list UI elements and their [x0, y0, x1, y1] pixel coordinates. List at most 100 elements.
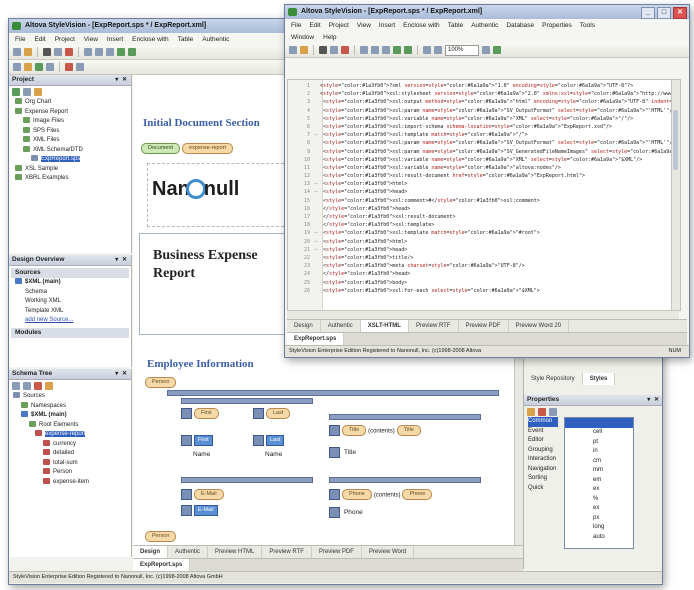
add-new-source-link[interactable]: add new Source...	[15, 316, 131, 326]
collapse-icon[interactable]	[23, 382, 31, 390]
save-all-icon[interactable]	[330, 46, 338, 54]
first-input[interactable]: First	[193, 435, 213, 446]
expense-report-tag[interactable]: expense-report	[182, 143, 234, 154]
code-line[interactable]: 14− <style="color:#1a3fb0">head>	[288, 188, 672, 196]
first-tag[interactable]: First	[193, 408, 219, 419]
dropdown-option[interactable]: %	[593, 495, 633, 505]
tree-item[interactable]: Image Files	[15, 117, 131, 127]
tree-item[interactable]: XBRL Examples	[15, 174, 131, 184]
pin-icon[interactable]: ▾ ✕	[115, 75, 128, 85]
title-close-tag[interactable]: Title	[396, 425, 421, 436]
tree-item[interactable]: Root Elements	[13, 420, 131, 431]
menu-help[interactable]: Help	[323, 34, 336, 41]
code-line[interactable]: 26 <style="color:#1a3fb0">xsl:for-each s…	[288, 287, 672, 295]
code-line[interactable]: 1 <style="color:#1a3fb0">?xml version=sty…	[288, 82, 672, 90]
tab-authentic[interactable]: Authentic	[321, 320, 361, 332]
row-control[interactable]	[253, 435, 264, 446]
spell-check-icon[interactable]	[482, 46, 490, 54]
italic-icon[interactable]	[76, 63, 84, 71]
code-line[interactable]: 9 <style="color:#1a3fb0">xsl:param name=…	[288, 148, 680, 156]
new-icon[interactable]	[289, 46, 297, 54]
tree-item[interactable]: Sources	[13, 392, 131, 402]
code-line[interactable]: 24 </style="color:#1a3fb0">head>	[288, 270, 672, 278]
code-line[interactable]: 11 <style="color:#1a3fb0">xsl:variable n…	[288, 164, 672, 172]
bold-icon[interactable]	[65, 63, 73, 71]
row-control[interactable]	[181, 489, 192, 500]
sources-group[interactable]: Sources	[11, 268, 129, 278]
menu-insert[interactable]: Insert	[379, 22, 395, 29]
modules-group[interactable]: Modules	[11, 327, 129, 338]
code-line[interactable]: 13− <style="color:#1a3fb0">html>	[288, 180, 672, 188]
editor-vscroll[interactable]	[671, 80, 680, 310]
dropdown-option[interactable]: cell	[593, 428, 633, 438]
source-item[interactable]: Schema	[15, 288, 131, 298]
tab-preview-pdf[interactable]: Preview PDF	[312, 546, 362, 558]
source-item[interactable]: $XML (main)	[15, 278, 131, 288]
prop-group[interactable]: Quick	[528, 484, 558, 494]
dropdown-option[interactable]: ex	[593, 504, 633, 514]
tree-item[interactable]: Namespaces	[13, 401, 131, 412]
last-tag[interactable]: Last	[265, 408, 291, 419]
tab-preview-word[interactable]: Preview Word 20	[509, 320, 570, 332]
pin-icon[interactable]: ▾ ✕	[647, 395, 660, 405]
tree-item[interactable]: XML Files	[15, 136, 131, 146]
front-titlebar[interactable]: Altova StyleVision - [ExpReport.sps * / …	[285, 5, 689, 19]
menu-database[interactable]: Database	[506, 22, 534, 29]
scroll-thumb[interactable]	[673, 110, 678, 170]
zoom-select[interactable]: 100%	[445, 44, 479, 56]
menu-edit[interactable]: Edit	[309, 22, 320, 29]
menu-view[interactable]: View	[357, 22, 371, 29]
code-line[interactable]: 10 <style="color:#1a3fb0">xsl:variable n…	[288, 156, 672, 164]
tab-preview-rtf[interactable]: Preview RTF	[262, 546, 312, 558]
find-icon[interactable]	[423, 46, 431, 54]
tree-item[interactable]: Person	[13, 468, 131, 478]
source-item[interactable]: Template XML	[15, 307, 131, 317]
file-tab[interactable]: ExpReport.sps	[287, 333, 345, 345]
row-control[interactable]	[329, 489, 340, 500]
add-folder-icon[interactable]	[23, 88, 31, 96]
row-control[interactable]	[329, 507, 340, 518]
prop-group[interactable]: Common	[528, 417, 558, 427]
code-line[interactable]: 22 <style="color:#1a3fb0">title/>	[288, 254, 672, 262]
menu-edit[interactable]: Edit	[34, 36, 45, 43]
zoom-icon[interactable]	[434, 46, 442, 54]
new-icon[interactable]	[13, 48, 21, 56]
menu-file[interactable]: File	[291, 22, 301, 29]
prop-group[interactable]: Event	[528, 427, 558, 437]
phone-close-tag[interactable]: Phone	[402, 489, 433, 500]
tree-item-selected[interactable]: expense-report	[13, 430, 131, 440]
menu-properties[interactable]: Properties	[542, 22, 572, 29]
minimize-button[interactable]: _	[641, 7, 655, 19]
tree-item[interactable]: total-sum	[13, 458, 131, 469]
xslt-editor[interactable]: 1 <style="color:#1a3fb0">?xml version=sty…	[287, 79, 681, 311]
redo-icon[interactable]	[128, 48, 136, 56]
tab-styles[interactable]: Styles	[582, 373, 616, 385]
save-icon[interactable]	[43, 48, 51, 56]
phone-open-tag[interactable]: Phone	[341, 489, 372, 500]
menu-table[interactable]: Table	[448, 22, 464, 29]
code-line[interactable]: 23 <style="color:#1a3fb0">meta charset=s…	[288, 262, 672, 270]
row-control[interactable]	[329, 425, 340, 436]
row-control[interactable]	[253, 408, 264, 419]
file-tab[interactable]: ExpReport.sps	[133, 559, 191, 571]
redo-icon[interactable]	[404, 46, 412, 54]
print-icon[interactable]	[341, 46, 349, 54]
filter-icon[interactable]	[549, 408, 557, 416]
code-line[interactable]: 7− <style="color:#1a3fb0">xsl:template m…	[288, 131, 672, 139]
undo-icon[interactable]	[117, 48, 125, 56]
menu-authentic[interactable]: Authentic	[471, 22, 498, 29]
undo-icon[interactable]	[393, 46, 401, 54]
insert-list-icon[interactable]	[46, 63, 54, 71]
row-control[interactable]	[181, 505, 192, 516]
code-line[interactable]: 12 <style="color:#1a3fb0">xsl:result-doc…	[288, 172, 672, 180]
menu-view[interactable]: View	[84, 36, 98, 43]
dropdown-option[interactable]: mm	[593, 466, 633, 476]
tab-preview-rtf[interactable]: Preview RTF	[409, 320, 459, 332]
prop-group[interactable]: Editor	[528, 436, 558, 446]
remove-icon[interactable]	[34, 382, 42, 390]
prop-group[interactable]: Navigation	[528, 465, 558, 475]
close-button[interactable]: ✕	[673, 7, 687, 19]
menu-project[interactable]: Project	[55, 36, 75, 43]
insert-table-icon[interactable]	[35, 63, 43, 71]
unit-dropdown[interactable]: cell pt in cm mm em ex % ex px long auto	[564, 417, 634, 549]
